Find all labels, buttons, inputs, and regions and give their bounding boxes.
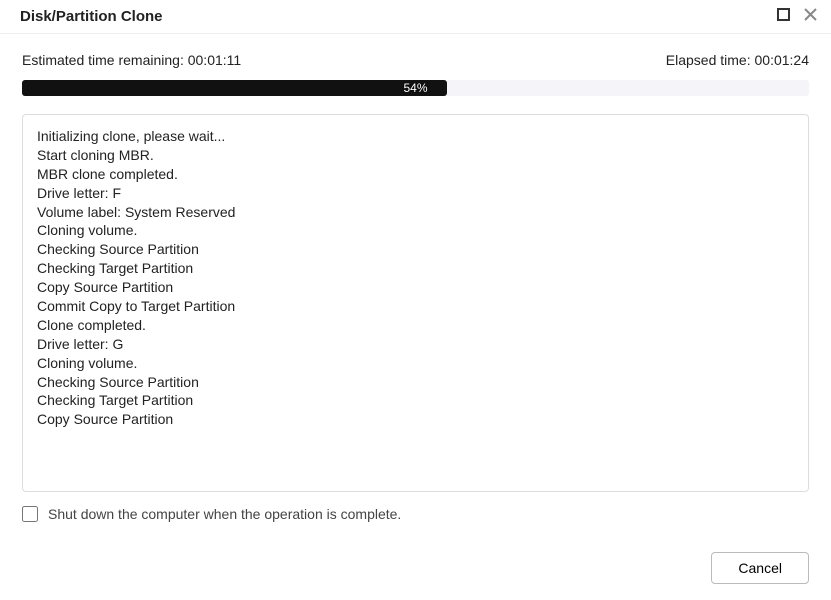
progress-fill xyxy=(22,80,447,96)
log-line: Copy Source Partition xyxy=(37,410,794,429)
log-line: Initializing clone, please wait... xyxy=(37,127,794,146)
log-line: Drive letter: F xyxy=(37,184,794,203)
window-controls xyxy=(777,8,817,25)
titlebar: Disk/Partition Clone xyxy=(0,0,831,34)
close-icon[interactable] xyxy=(804,8,817,25)
time-row: Estimated time remaining: 00:01:11 Elaps… xyxy=(22,52,809,68)
shutdown-checkbox-row[interactable]: Shut down the computer when the operatio… xyxy=(22,506,809,522)
content-area: Estimated time remaining: 00:01:11 Elaps… xyxy=(0,34,831,536)
log-line: Checking Target Partition xyxy=(37,259,794,278)
estimated-time-label: Estimated time remaining: xyxy=(22,52,184,68)
log-line: Volume label: System Reserved xyxy=(37,203,794,222)
maximize-icon[interactable] xyxy=(777,8,790,25)
footer: Cancel xyxy=(711,552,809,584)
cancel-button[interactable]: Cancel xyxy=(711,552,809,584)
log-line: Clone completed. xyxy=(37,316,794,335)
estimated-time: Estimated time remaining: 00:01:11 xyxy=(22,52,241,68)
shutdown-label: Shut down the computer when the operatio… xyxy=(48,506,401,522)
elapsed-time-label: Elapsed time: xyxy=(666,52,751,68)
estimated-time-value: 00:01:11 xyxy=(188,52,241,68)
log-line: Checking Target Partition xyxy=(37,391,794,410)
elapsed-time: Elapsed time: 00:01:24 xyxy=(666,52,809,68)
log-line: Cloning volume. xyxy=(37,221,794,240)
elapsed-time-value: 00:01:24 xyxy=(755,52,810,68)
log-line: Start cloning MBR. xyxy=(37,146,794,165)
log-line: Cloning volume. xyxy=(37,354,794,373)
progress-bar: 54% xyxy=(22,80,809,96)
progress-label: 54% xyxy=(403,81,427,95)
log-line: Checking Source Partition xyxy=(37,240,794,259)
log-line: Drive letter: G xyxy=(37,335,794,354)
window-title: Disk/Partition Clone xyxy=(20,8,163,25)
shutdown-checkbox[interactable] xyxy=(22,506,38,522)
log-line: Commit Copy to Target Partition xyxy=(37,297,794,316)
log-output[interactable]: Initializing clone, please wait...Start … xyxy=(22,114,809,492)
log-line: Checking Source Partition xyxy=(37,373,794,392)
log-line: MBR clone completed. xyxy=(37,165,794,184)
log-line: Copy Source Partition xyxy=(37,278,794,297)
